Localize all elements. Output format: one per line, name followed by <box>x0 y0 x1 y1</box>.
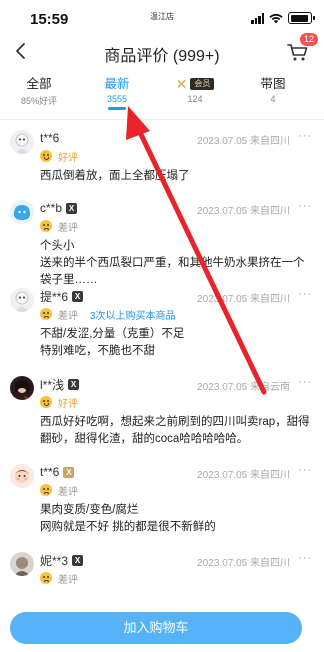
review-list: t**6 2023.07.05 来自四川 ··· 好评 西瓜倒着放，面上全都压塌… <box>0 124 324 596</box>
sad-face-icon <box>40 308 52 320</box>
more-dots-icon[interactable]: ··· <box>298 464 312 476</box>
review-item: c**b X 2023.07.05 来自四川 ··· 差评 个头小 送来的半个西… <box>0 194 324 286</box>
avatar[interactable] <box>10 376 34 400</box>
member-badge: X <box>72 554 84 566</box>
more-dots-icon[interactable]: ··· <box>298 200 312 212</box>
review-line: 西瓜好好吃啊，想起来之前刷到的四川叫卖rap，甜得翻砂，甜得化渣，甜的coca哈… <box>40 416 310 445</box>
review-rating: 差评 <box>58 310 78 322</box>
more-dots-icon[interactable]: ··· <box>298 552 312 564</box>
more-dots-icon[interactable]: ··· <box>298 288 312 300</box>
review-line: 不甜/发涩,分量（克重）不足 <box>40 328 185 340</box>
sad-face-icon <box>40 484 52 496</box>
status-bar: 15:59 温江店 <box>0 0 324 36</box>
review-tabs: 全部 85%好评 最新 3555 ✕ 会员 124 带图 4 <box>0 72 324 120</box>
review-meta: 2023.07.05 来自四川 <box>197 136 290 147</box>
more-dots-icon[interactable]: ··· <box>298 376 312 388</box>
tab-member[interactable]: ✕ 会员 124 <box>158 76 232 104</box>
avatar[interactable] <box>10 552 34 576</box>
review-rating: 差评 <box>58 486 78 498</box>
review-meta: 2023.07.05 来自四川 <box>197 294 290 305</box>
review-rating: 差评 <box>58 574 78 586</box>
tab-sub: 85%好评 <box>20 96 57 106</box>
review-username: 提**6 <box>40 289 69 304</box>
review-content: 西瓜倒着放，面上全都压塌了 <box>0 168 310 185</box>
review-item: t**6 2023.07.05 来自四川 ··· 好评 西瓜倒着放，面上全都压塌… <box>0 124 324 194</box>
review-username: c**b <box>40 201 63 215</box>
review-meta: 2023.07.05 来自四川 <box>197 558 290 569</box>
more-dots-icon[interactable]: ··· <box>298 130 312 142</box>
tab-sub: 3555 <box>106 94 128 104</box>
avatar[interactable] <box>10 464 34 488</box>
member-badge: X <box>66 202 78 214</box>
tab-label: 带图 <box>260 77 286 91</box>
avatar[interactable] <box>10 130 34 154</box>
wifi-icon <box>269 13 283 23</box>
tab-label: 全部 <box>26 77 52 91</box>
battery-icon <box>288 12 315 24</box>
review-username: 妮**3 <box>40 553 69 568</box>
review-line: 个头小 <box>40 240 75 252</box>
vip-x-icon: ✕ <box>175 76 188 92</box>
status-icons <box>251 12 315 24</box>
review-content: 不甜/发涩,分量（克重）不足 特别难吃，不脆也不甜 <box>0 326 310 360</box>
review-rating: 好评 <box>58 152 78 164</box>
review-item: 妮**3 X 2023.07.05 来自四川 ··· 差评 <box>0 546 324 596</box>
tab-latest[interactable]: 最新 3555 <box>80 76 154 110</box>
review-meta: 2023.07.05 来自四川 <box>197 206 290 217</box>
review-rating: 差评 <box>58 222 78 234</box>
review-username: l**浅 <box>40 377 65 392</box>
member-badge: X <box>63 466 75 478</box>
review-meta: 2023.07.05 来自四川 <box>197 470 290 481</box>
review-content: 西瓜好好吃啊，想起来之前刷到的四川叫卖rap，甜得翻砂，甜得化渣，甜的coca哈… <box>0 414 310 448</box>
review-username: t**6 <box>40 131 60 145</box>
review-username: t**6 <box>40 465 60 479</box>
happy-face-icon <box>40 396 52 408</box>
nav-header: 商品评价 (999+) 12 <box>0 33 324 68</box>
happy-face-icon <box>40 150 52 162</box>
tab-label: 会员 <box>190 78 215 90</box>
review-line: 特别难吃，不脆也不甜 <box>40 345 155 357</box>
member-badge: X <box>68 378 80 390</box>
repeat-buyer-tag: 3次以上购买本商品 <box>90 310 176 322</box>
review-line: 网购就是不好 挑的都是很不新鲜的 <box>40 521 216 533</box>
tab-all[interactable]: 全部 85%好评 <box>2 76 76 107</box>
tab-sub: 124 <box>187 94 203 104</box>
signal-icon <box>251 12 264 24</box>
active-tab-indicator <box>108 107 126 110</box>
add-to-cart-button[interactable]: 加入购物车 <box>10 612 302 644</box>
sad-face-icon <box>40 572 52 584</box>
cart-count-badge: 12 <box>300 33 318 46</box>
sad-face-icon <box>40 220 52 232</box>
review-line: 果肉变质/变色/腐烂 <box>40 504 139 516</box>
tab-sub: 4 <box>270 94 276 104</box>
review-line: 西瓜倒着放，面上全都压塌了 <box>40 170 190 182</box>
review-meta: 2023.07.05 来自云南 <box>197 382 290 393</box>
avatar[interactable] <box>10 200 34 224</box>
tab-label: 最新 <box>104 77 130 91</box>
review-page: 15:59 温江店 商品评价 (999+) 12 全部 85%好评 最新 355… <box>0 0 324 652</box>
review-item: l**浅 X 2023.07.05 来自云南 ··· 好评 西瓜好好吃啊，想起来… <box>0 370 324 458</box>
review-content: 果肉变质/变色/腐烂 网购就是不好 挑的都是很不新鲜的 <box>0 502 310 536</box>
avatar[interactable] <box>10 288 34 312</box>
page-title: 商品评价 (999+) <box>104 48 220 65</box>
review-rating: 好评 <box>58 398 78 410</box>
review-item: 提**6 X 2023.07.05 来自四川 ··· 差评 3次以上购买本商品 … <box>0 282 324 370</box>
tab-with-images[interactable]: 带图 4 <box>236 76 310 104</box>
member-badge: X <box>72 290 84 302</box>
review-item: t**6 X 2023.07.05 来自四川 ··· 差评 果肉变质/变色/腐烂… <box>0 458 324 546</box>
